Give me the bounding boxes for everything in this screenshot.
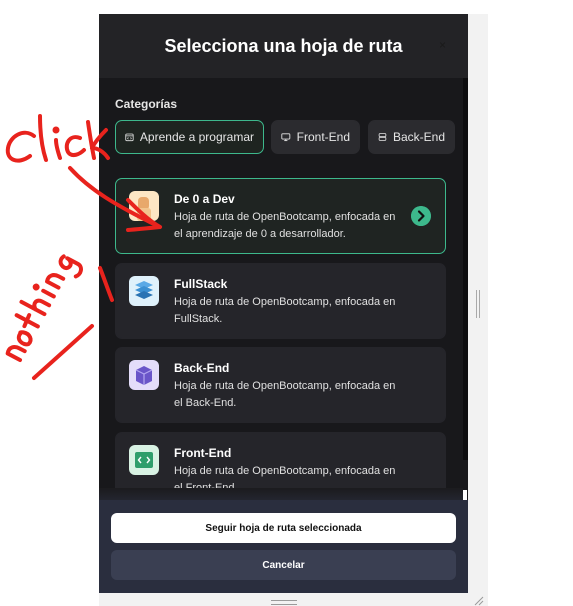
categories-label: Categorías <box>115 97 178 111</box>
follow-roadmap-button[interactable]: Seguir hoja de ruta seleccionada <box>111 513 456 543</box>
modal-scrollbar[interactable] <box>463 78 468 460</box>
card-description: Hoja de ruta de OpenBootcamp, enfocada e… <box>174 378 414 412</box>
code-window-icon <box>129 445 159 475</box>
close-button[interactable]: × <box>439 38 446 52</box>
modal-header: Selecciona una hoja de ruta × <box>99 14 468 78</box>
card-description-line: Hoja de ruta de OpenBootcamp, enfocada e… <box>174 380 396 392</box>
card-description: Hoja de ruta de OpenBootcamp, enfocada e… <box>174 209 414 243</box>
monitor-icon <box>281 133 291 142</box>
resize-corner-icon[interactable] <box>474 596 484 606</box>
scrollbar-end <box>463 490 467 500</box>
roadmap-card-fullstack[interactable]: FullStack Hoja de ruta de OpenBootcamp, … <box>115 263 446 339</box>
chip-label: Aprende a programar <box>139 130 254 144</box>
scroll-handle[interactable] <box>476 290 480 318</box>
list-fade <box>99 488 463 500</box>
card-description-line: Hoja de ruta de OpenBootcamp, enfocada e… <box>174 465 396 477</box>
calendar-code-icon <box>125 133 134 142</box>
resize-grip[interactable] <box>271 600 297 605</box>
card-description-line: el aprendizaje de 0 a desarrollador. <box>174 228 346 240</box>
cancel-button[interactable]: Cancelar <box>111 550 456 580</box>
card-title: FullStack <box>174 277 228 291</box>
card-description-line: el Back-End. <box>174 397 237 409</box>
card-description: Hoja de ruta de OpenBootcamp, enfocada e… <box>174 294 414 328</box>
person-thumbnail-icon <box>129 191 159 221</box>
card-title: De 0 a Dev <box>174 192 235 206</box>
card-title: Back-End <box>174 361 230 375</box>
card-description-line: FullStack. <box>174 313 223 325</box>
chip-back-end[interactable]: Back-End <box>368 120 455 154</box>
card-description-line: Hoja de ruta de OpenBootcamp, enfocada e… <box>174 211 396 223</box>
chip-front-end[interactable]: Front-End <box>271 120 360 154</box>
card-title: Front-End <box>174 446 232 460</box>
chip-aprende-a-programar[interactable]: Aprende a programar <box>115 120 264 154</box>
layers-stack-icon <box>129 276 159 306</box>
server-icon <box>378 133 387 141</box>
chip-label: Back-End <box>392 130 445 144</box>
chevron-right-icon[interactable] <box>411 206 431 226</box>
roadmap-card-de-0-a-dev[interactable]: De 0 a Dev Hoja de ruta de OpenBootcamp,… <box>115 178 446 254</box>
chip-label: Front-End <box>296 130 350 144</box>
modal-title: Selecciona una hoja de ruta <box>164 36 403 56</box>
card-description-line: Hoja de ruta de OpenBootcamp, enfocada e… <box>174 296 396 308</box>
roadmap-card-back-end[interactable]: Back-End Hoja de ruta de OpenBootcamp, e… <box>115 347 446 423</box>
cube-stack-icon <box>129 360 159 390</box>
